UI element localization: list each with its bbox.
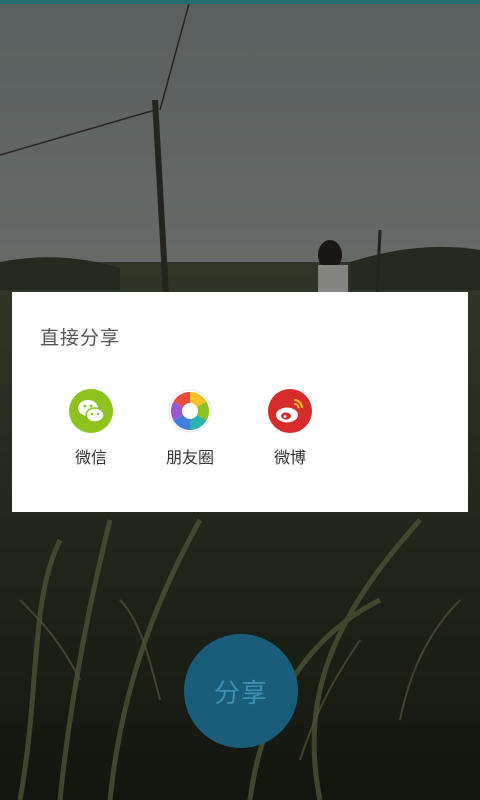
dialog-title: 直接分享 <box>40 327 121 349</box>
weibo-icon <box>268 389 312 433</box>
share-option-moments[interactable]: 朋友圈 <box>145 389 235 479</box>
app-screen: 分享 直接分享 微信 朋友圈 微博 <box>0 0 480 800</box>
status-bar-strip <box>0 0 480 4</box>
share-option-wechat[interactable]: 微信 <box>46 389 136 479</box>
share-option-label: 微信 <box>74 448 107 467</box>
share-button-label: 分享 <box>213 678 268 709</box>
share-option-weibo[interactable]: 微博 <box>245 389 335 479</box>
share-button[interactable]: 分享 <box>184 634 298 748</box>
share-option-label: 微博 <box>273 448 306 467</box>
share-option-label: 朋友圈 <box>165 448 214 467</box>
share-dialog: 直接分享 微信 朋友圈 微博 <box>12 292 468 512</box>
wechat-icon <box>69 389 113 433</box>
moments-icon <box>168 389 212 433</box>
